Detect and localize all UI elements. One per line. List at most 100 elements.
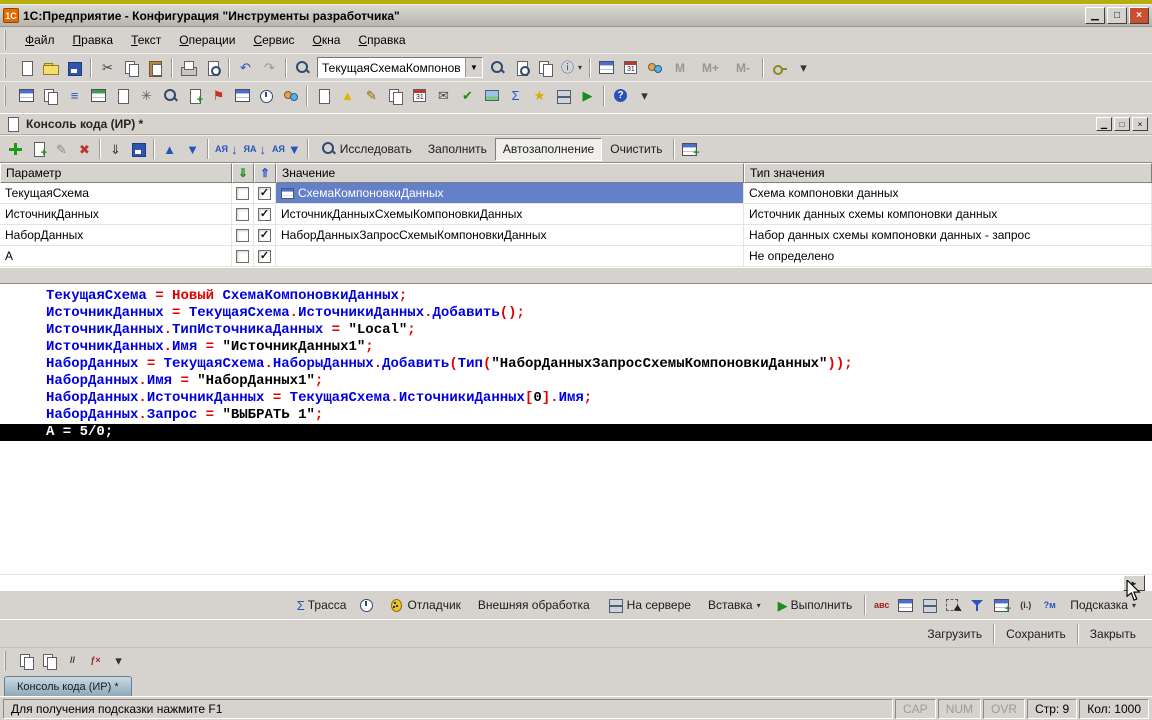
filter-sort-icon[interactable]: АЯ ▼ [269,138,304,161]
insert-button[interactable]: Вставка ▾ [700,594,769,617]
close-button[interactable]: × [1129,7,1149,24]
code-line[interactable]: НаборДанных.Имя = "НаборДанных1"; [0,373,1152,390]
run-tool-icon[interactable]: ▶ [576,84,599,107]
interface-panel-icon[interactable] [15,84,38,107]
sum-icon[interactable]: Σ [504,84,527,107]
code-line[interactable]: НаборДанных.ИсточникДанных = ТекущаяСхем… [0,390,1152,407]
column-header-value[interactable]: Значение [276,163,744,183]
comment-icon[interactable]: // [61,649,84,672]
cell-parameter[interactable]: ИсточникДанных [0,204,232,224]
code-line[interactable]: НаборДанных.Запрос = "ВЫБРАТЬ 1"; [0,407,1152,424]
print-icon[interactable] [177,56,200,79]
menu-item-3[interactable]: Текст [123,30,169,50]
context-help-icon[interactable]: ?м [1038,594,1061,617]
cell-value[interactable]: СхемаКомпоновкиДанных [276,183,744,203]
autofill-button[interactable]: Автозаполнение [494,137,603,161]
tab-code-console[interactable]: Консоль кода (ИР) * [4,676,132,696]
syntax-check-icon[interactable]: ƒ× [84,649,107,672]
memory-button[interactable]: M [667,56,693,79]
check-config-icon[interactable]: ✔ [456,84,479,107]
timing-icon-button[interactable] [355,594,378,617]
move-up-icon[interactable]: ▲ [158,138,181,161]
investigate-button[interactable]: Исследовать [312,138,420,161]
image-icon[interactable] [480,84,503,107]
table-settings-icon[interactable] [678,138,701,161]
calendar-icon[interactable] [619,56,642,79]
save-form-button[interactable]: Сохранить [998,622,1074,645]
combobox-dropdown-icon[interactable]: ▼ [465,58,482,77]
toolbar-grip[interactable] [4,57,11,78]
open-icon[interactable] [39,56,62,79]
add-icon[interactable] [4,138,27,161]
minimize-button[interactable]: ▁ [1085,7,1105,24]
cell-value[interactable]: НаборДанныхЗапросСхемыКомпоновкиДанных [276,225,744,245]
cell-type[interactable]: Не определено [744,246,1152,266]
menu-item-5[interactable]: Сервис [245,30,302,50]
restore-button[interactable]: □ [1107,7,1127,24]
copy-block-alt-icon[interactable] [38,649,61,672]
cell-type[interactable]: Источник данных схемы компоновки данных [744,204,1152,224]
close-form-button[interactable]: Закрыть [1082,622,1144,645]
current-value-combobox[interactable]: ТекущаяСхемаКомпонов ▼ [317,57,483,78]
memory-plus-button[interactable]: M+ [694,56,727,79]
cell-parameter[interactable]: НаборДанных [0,225,232,245]
log-book-icon[interactable] [408,84,431,107]
service-key-icon[interactable] [768,56,791,79]
cell-type[interactable]: Набор данных схемы компоновки данных - з… [744,225,1152,245]
undo-icon[interactable]: ↶ [234,56,257,79]
help-icon[interactable] [609,84,632,107]
warning-icon[interactable]: ▲ [336,84,359,107]
checkbox-import[interactable]: ✓ [258,186,271,200]
clear-button[interactable]: Очистить [602,138,670,161]
checkbox-import[interactable]: ✓ [258,249,271,263]
column-header-export[interactable]: ⇓ [232,163,254,183]
edit-code-icon[interactable]: ✎ [360,84,383,107]
memory-minus-button[interactable]: M- [728,56,758,79]
load-button[interactable]: Загрузить [919,622,990,645]
metadata-tree-icon[interactable]: ≡ [63,84,86,107]
redo-icon[interactable]: ↷ [258,56,281,79]
code-editor[interactable]: ТекущаяСхема = Новый СхемаКомпоновкиДанн… [0,283,1152,591]
bookmark-flag-icon[interactable]: ⚑ [207,84,230,107]
delete-icon[interactable]: ✖ [73,138,96,161]
add-copy-icon[interactable] [27,138,50,161]
move-down-icon[interactable]: ▼ [181,138,204,161]
code-line[interactable]: ИсточникДанных.ТипИсточникаДанных = "Loc… [0,322,1152,339]
import-icon[interactable]: ⇓ [104,138,127,161]
column-header-import[interactable]: ⇑ [254,163,276,183]
windows-icon[interactable] [39,84,62,107]
cell-value[interactable]: ИсточникДанныхСхемыКомпоновкиДанных [276,204,744,224]
toolbar-grip[interactable] [4,85,11,106]
panel-title-bar[interactable]: Консоль кода (ИР) * ▁ □ × [0,113,1152,135]
find-icon[interactable] [291,56,314,79]
print-preview-icon[interactable] [201,56,224,79]
code-line[interactable]: ИсточникДанных = ТекущаяСхема.ИсточникиД… [0,305,1152,322]
find-in-data-icon[interactable] [510,56,533,79]
menu-item-2[interactable]: Правка [65,30,122,50]
users-icon[interactable] [643,56,666,79]
db-icon[interactable] [552,84,575,107]
checkbox-export[interactable] [236,228,249,242]
title-bar[interactable]: 1С 1С:Предприятие - Конфигурация "Инстру… [0,5,1152,27]
spellcheck-icon[interactable]: авс [870,594,893,617]
code-line[interactable]: А = 5/0; [0,424,1152,441]
module-icon[interactable] [183,84,206,107]
table-tool-icon[interactable] [87,84,110,107]
menu-item-1[interactable]: Файл [17,30,63,50]
cut-icon[interactable]: ✂ [96,56,119,79]
copy-value-icon[interactable] [534,56,557,79]
panel-minimize-button[interactable]: ▁ [1096,117,1112,131]
menu-item-6[interactable]: Окна [305,30,349,50]
new-document-icon[interactable] [15,56,38,79]
info-icon[interactable]: ⓘ ▾ [558,56,585,79]
form-icon[interactable] [111,84,134,107]
save-icon[interactable] [63,56,86,79]
settings-icon[interactable]: ✳ [135,84,158,107]
table-icon[interactable] [595,56,618,79]
minibar-overflow-icon[interactable]: ▾ [107,649,130,672]
on-server-button[interactable]: На сервере [599,594,699,617]
cell-type[interactable]: Схема компоновки данных [744,183,1152,203]
jobs-clock-icon[interactable] [255,84,278,107]
menu-item-7[interactable]: Справка [350,30,413,50]
cell-value[interactable] [276,246,744,266]
